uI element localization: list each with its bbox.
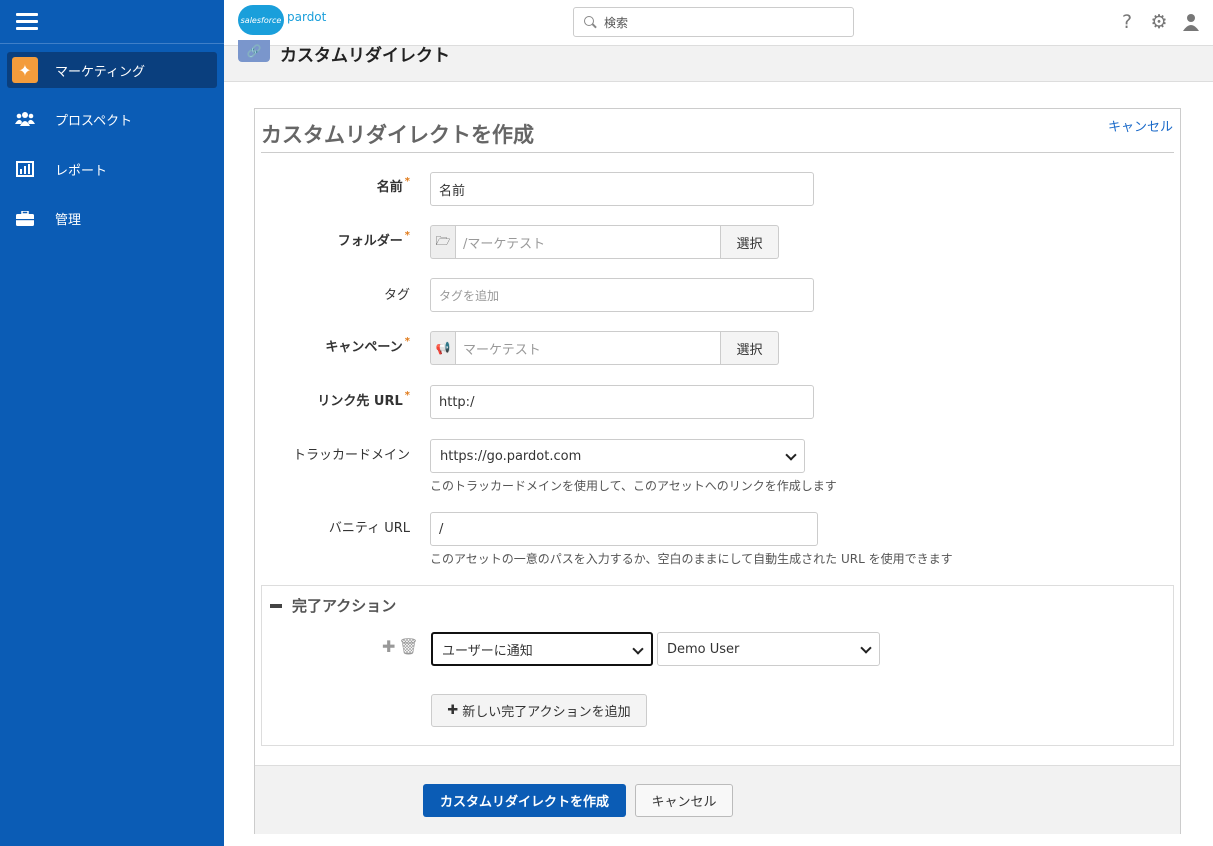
- tracker-label: トラッカードメイン: [292, 448, 410, 463]
- tags-label: タグ: [383, 288, 410, 303]
- divider: [261, 152, 1174, 153]
- search-icon: [584, 16, 596, 28]
- campaign-select-button[interactable]: 選択: [721, 331, 779, 365]
- sidebar-item-admin[interactable]: 管理: [7, 200, 217, 236]
- add-completion-action-button[interactable]: ✚ 新しい完了アクションを追加: [431, 694, 647, 727]
- top-bar: salesforce pardot 検索 ? ⚙: [224, 0, 1213, 46]
- page-title: カスタムリダイレクト: [280, 46, 450, 66]
- sidebar-item-prospects[interactable]: プロスペクト: [7, 101, 217, 137]
- search-placeholder: 検索: [604, 15, 629, 30]
- sidebar-item-marketing[interactable]: ✦ マーケティング: [7, 52, 217, 88]
- plus-icon: ✚: [447, 703, 459, 718]
- help-icon[interactable]: ?: [1117, 11, 1137, 36]
- sidebar-item-label: レポート: [55, 163, 108, 179]
- trash-icon[interactable]: 🗑: [398, 637, 418, 656]
- hamburger-icon[interactable]: [16, 13, 38, 30]
- vanity-help: このアセットの一意のパスを入力するか、空白のままにして自動生成された URL を…: [430, 552, 953, 566]
- create-redirect-button[interactable]: カスタムリダイレクトを作成: [423, 784, 626, 817]
- folder-icon: 🗁: [430, 225, 455, 259]
- completion-action-select[interactable]: ユーザーに通知: [431, 632, 653, 666]
- magic-wand-icon: ✦: [12, 57, 38, 83]
- page-title-bar: 🔗 カスタムリダイレクト: [224, 40, 1213, 82]
- menu-toggle[interactable]: [0, 0, 224, 44]
- cancel-link[interactable]: キャンセル: [1108, 116, 1173, 135]
- sidebar-item-reports[interactable]: レポート: [7, 151, 217, 187]
- cancel-button[interactable]: キャンセル: [635, 784, 733, 817]
- tracker-domain-select[interactable]: https://go.pardot.com: [430, 439, 805, 473]
- briefcase-icon: [11, 204, 39, 232]
- chevron-down-icon: [860, 642, 872, 654]
- folder-select-button[interactable]: 選択: [721, 225, 779, 259]
- sidebar: ✦ マーケティング プロスペクト レポート 管理: [0, 0, 224, 846]
- form-footer: カスタムリダイレクトを作成 キャンセル: [255, 765, 1180, 834]
- megaphone-icon: 📢: [430, 331, 455, 365]
- collapse-icon: [270, 603, 282, 608]
- search-input[interactable]: 検索: [573, 7, 854, 37]
- name-label: 名前 *: [376, 176, 410, 195]
- chevron-down-icon: [785, 449, 797, 461]
- sidebar-item-label: プロスペクト: [55, 113, 133, 129]
- campaign-picker: 📢 マーケテスト 選択: [430, 331, 779, 365]
- completion-actions-section: 完了アクション ✚ 🗑 ユーザーに通知 Demo User ✚ 新しい完了アクシ…: [261, 585, 1174, 746]
- bar-chart-icon: [11, 155, 39, 183]
- vanity-label: バニティ URL: [328, 521, 410, 536]
- sidebar-item-label: マーケティング: [55, 64, 145, 80]
- form-title: カスタムリダイレクトを作成: [261, 123, 534, 147]
- url-label: リンク先 URL *: [317, 390, 410, 409]
- tags-input[interactable]: タグを追加: [430, 278, 814, 312]
- vanity-url-field[interactable]: /: [430, 512, 818, 546]
- sidebar-item-label: 管理: [55, 212, 82, 228]
- notify-user-select[interactable]: Demo User: [657, 632, 880, 666]
- folder-picker: 🗁 /マーケテスト 選択: [430, 225, 779, 259]
- link-icon: 🔗: [238, 40, 270, 62]
- user-icon[interactable]: [1181, 11, 1201, 36]
- users-icon: [11, 105, 39, 133]
- folder-field[interactable]: /マーケテスト: [455, 225, 721, 259]
- tracker-help: このトラッカードメインを使用して、このアセットへのリンクを作成します: [430, 479, 837, 493]
- folder-label: フォルダー *: [337, 230, 410, 249]
- create-redirect-form: カスタムリダイレクトを作成 キャンセル 名前 * 名前 フォルダー * 🗁 /マーケ…: [254, 108, 1181, 834]
- plus-icon[interactable]: ✚: [382, 637, 395, 656]
- salesforce-pardot-logo[interactable]: salesforce pardot: [238, 5, 326, 35]
- name-field[interactable]: 名前: [430, 172, 814, 206]
- chevron-down-icon: [632, 643, 644, 655]
- campaign-field[interactable]: マーケテスト: [455, 331, 721, 365]
- campaign-label: キャンペーン *: [325, 336, 410, 355]
- completion-actions-toggle[interactable]: 完了アクション: [270, 595, 396, 616]
- url-field[interactable]: http:/: [430, 385, 814, 419]
- gear-icon[interactable]: ⚙: [1149, 11, 1169, 36]
